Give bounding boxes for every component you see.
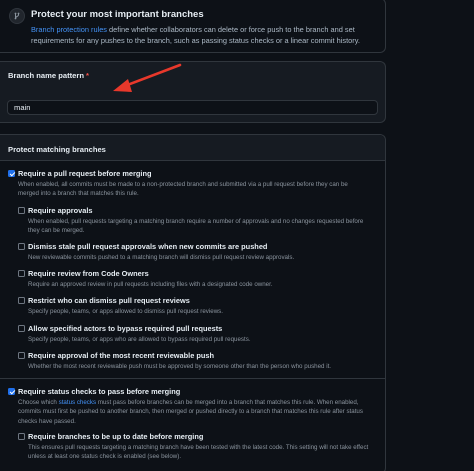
status-checks-link[interactable]: status checks (59, 399, 97, 406)
protect-branches-header: Protect matching branches (0, 135, 385, 161)
annotation-arrow-icon (113, 63, 182, 92)
recent-push-checkbox[interactable] (18, 352, 25, 359)
bypass-actors-desc: Specify people, teams, or apps who are a… (28, 336, 251, 343)
require-approvals-title: Require approvals (28, 206, 93, 215)
protection-info-card: Protect your most important branches Bra… (0, 0, 386, 53)
restrict-dismiss-desc: Specify people, teams, or apps allowed t… (28, 308, 223, 315)
status-checks-checkbox[interactable] (8, 388, 15, 395)
branch-name-pattern-input[interactable] (7, 100, 378, 115)
code-owners-desc: Require an approved review in pull reque… (28, 281, 273, 288)
require-approvals-desc: When enabled, pull requests targeting a … (28, 218, 364, 235)
protection-title: Protect your most important branches (31, 9, 204, 20)
dismiss-stale-title: Dismiss stale pull request approvals whe… (28, 242, 268, 251)
require-pr-title: Require a pull request before merging (18, 169, 152, 178)
git-branch-icon (9, 8, 25, 24)
branch-protection-rules-link[interactable]: Branch protection rules (31, 25, 107, 34)
protection-description: Branch protection rules define whether c… (31, 25, 360, 45)
up-to-date-desc: This ensures pull requests targeting a m… (28, 444, 369, 461)
dismiss-stale-desc: New reviewable commits pushed to a match… (28, 254, 295, 261)
up-to-date-title: Require branches to be up to date before… (28, 432, 204, 441)
status-checks-desc: Choose which status checks must pass bef… (18, 399, 363, 425)
require-pr-desc: When enabled, all commits must be made t… (18, 181, 348, 198)
require-pr-checkbox[interactable] (8, 170, 15, 177)
dismiss-stale-checkbox[interactable] (18, 243, 25, 250)
bypass-actors-checkbox[interactable] (18, 325, 25, 332)
branch-pattern-label: Branch name pattern * (8, 71, 89, 80)
code-owners-checkbox[interactable] (18, 270, 25, 277)
bypass-actors-title: Allow specified actors to bypass require… (28, 324, 223, 333)
recent-push-desc: Whether the most recent reviewable push … (28, 363, 332, 370)
required-mark: * (85, 71, 89, 80)
section-divider (0, 378, 386, 379)
code-owners-title: Require review from Code Owners (28, 269, 149, 278)
status-checks-title: Require status checks to pass before mer… (18, 387, 181, 396)
restrict-dismiss-title: Restrict who can dismiss pull request re… (28, 296, 190, 305)
up-to-date-checkbox[interactable] (18, 433, 25, 440)
restrict-dismiss-checkbox[interactable] (18, 297, 25, 304)
protect-branches-card: Protect matching branches Require a pull… (0, 134, 386, 471)
require-approvals-checkbox[interactable] (18, 207, 25, 214)
recent-push-title: Require approval of the most recent revi… (28, 351, 215, 360)
